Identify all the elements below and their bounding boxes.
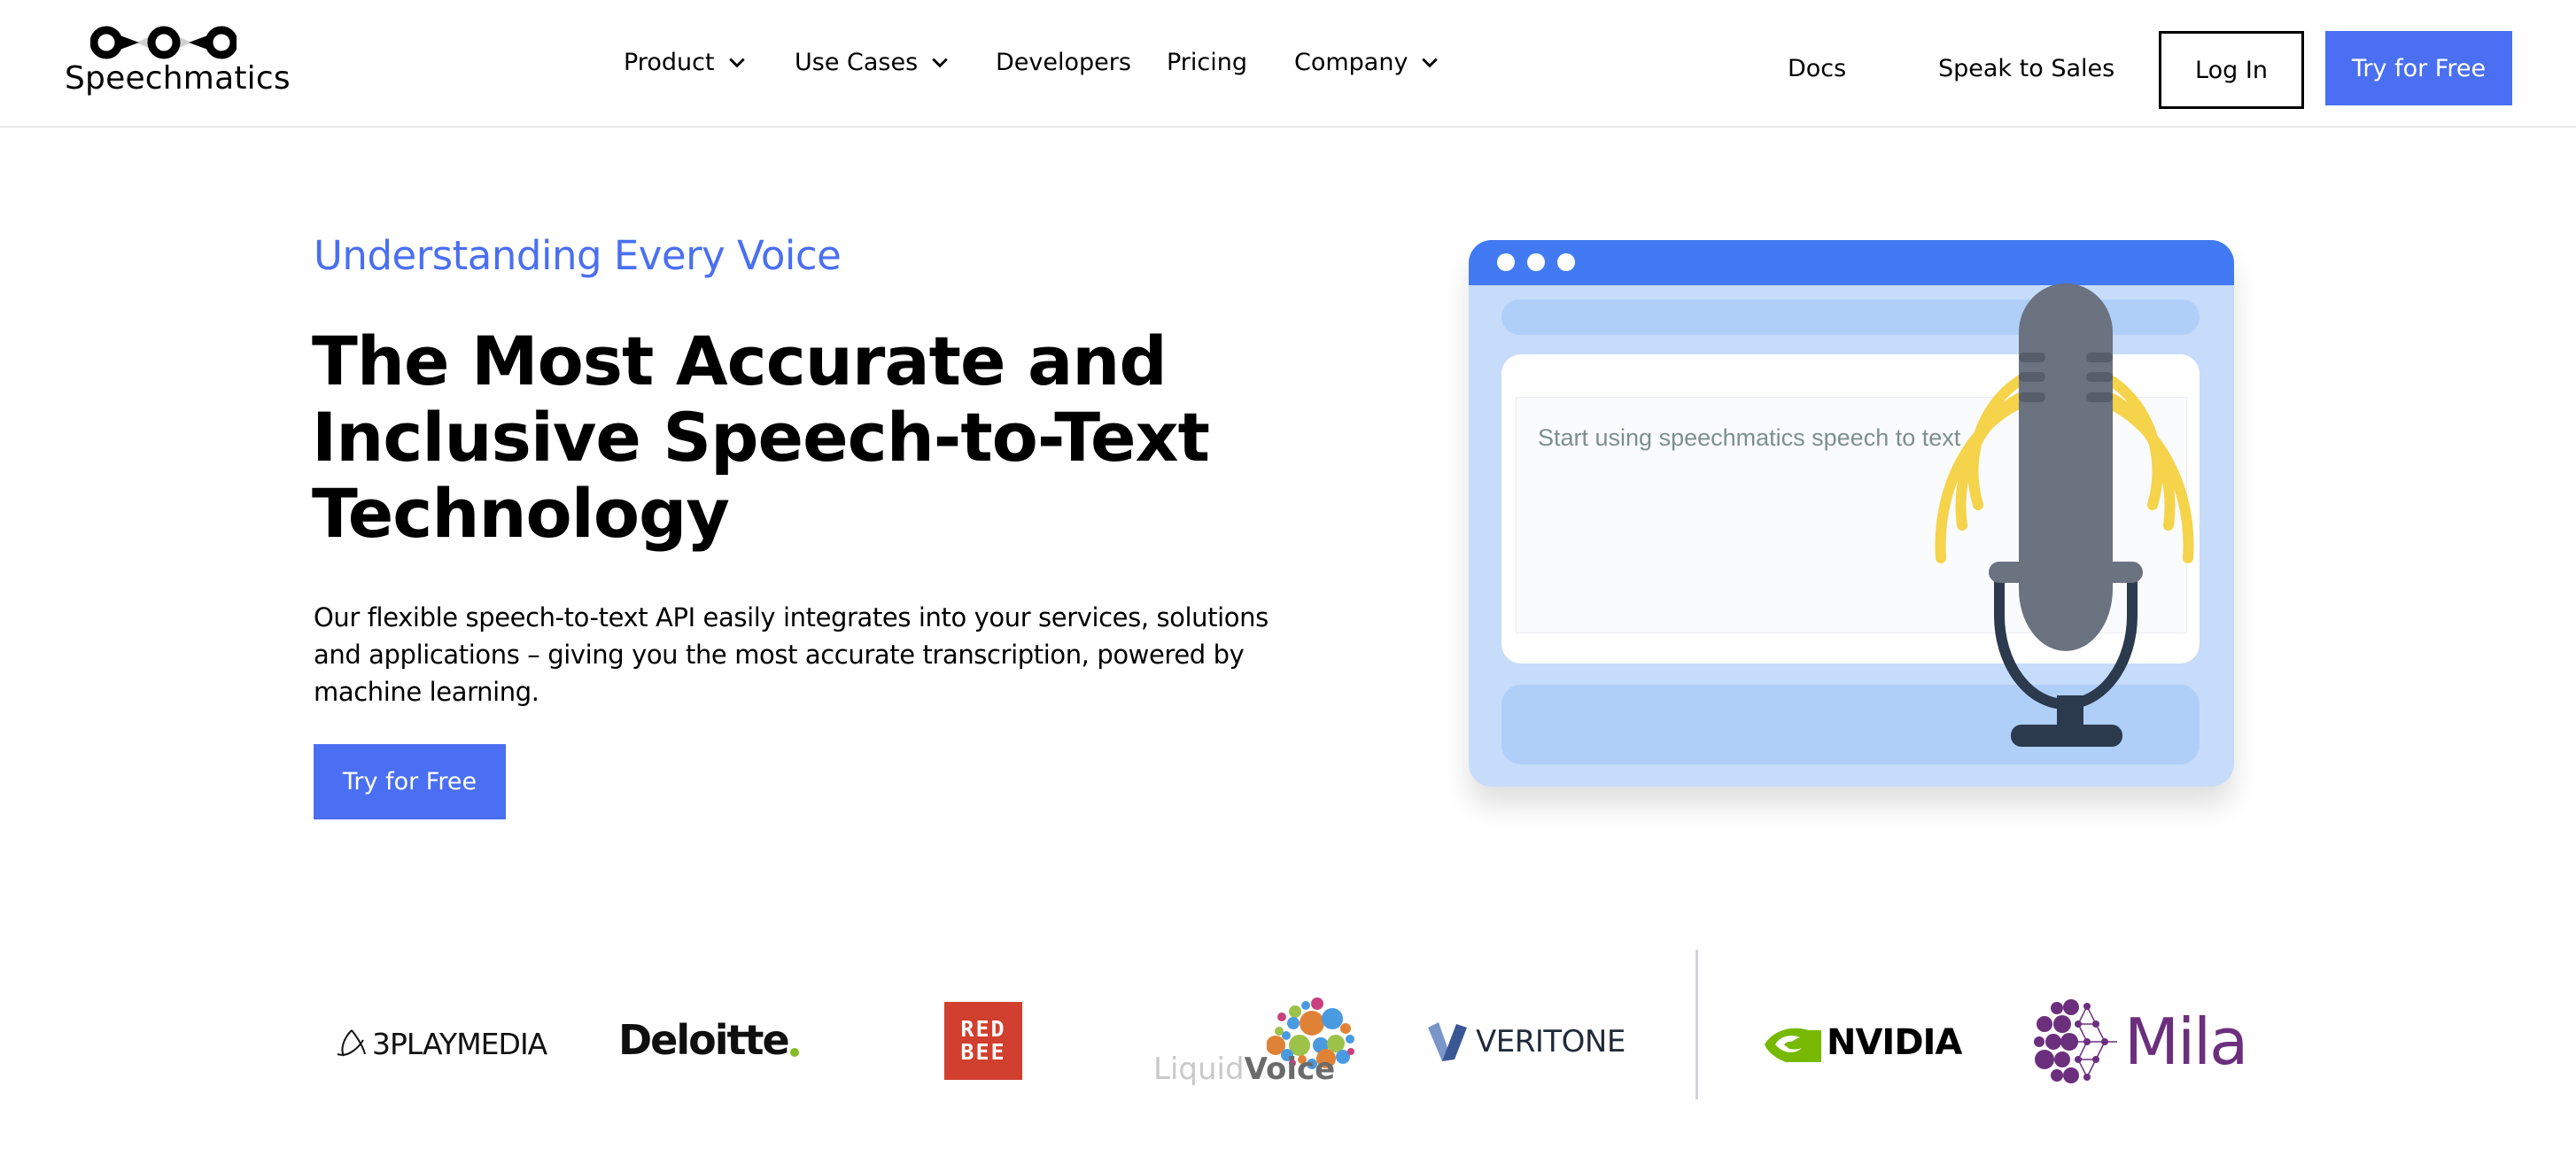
logo-veritone-text: VERITONE <box>1476 1024 1626 1059</box>
logo-nvidia: NVIDIA <box>1765 1020 1962 1065</box>
docs-link[interactable]: Docs <box>1788 51 1846 87</box>
logo-liquidvoice: LiquidVoice <box>1152 997 1360 1087</box>
logo-mila-text: Mila <box>2124 1005 2248 1079</box>
headline-line: Inclusive Speech-to-Text <box>312 398 1210 477</box>
nav-pricing-label: Pricing <box>1167 49 1248 76</box>
logo-3playmedia-text: 3PLAYMEDIA <box>372 1026 547 1061</box>
veritone-mark-icon <box>1428 1022 1467 1061</box>
logo-deloitte: Deloitte <box>618 1013 799 1067</box>
nav-developers-label: Developers <box>996 49 1131 76</box>
liquidvoice-voice: Voice <box>1244 1051 1336 1087</box>
hero-headline: The Most Accurate and Inclusive Speech-t… <box>312 323 1242 552</box>
nav-company-label: Company <box>1294 49 1408 76</box>
hero-illustration: Start using speechmatics speech to text <box>1453 226 2250 855</box>
headline-line: The Most Accurate and <box>312 322 1168 400</box>
logo-deloitte-text: Deloitte <box>618 1016 790 1064</box>
3playmedia-mark-icon <box>337 1029 366 1057</box>
nav-company[interactable]: Company <box>1294 46 1439 80</box>
nav-developers[interactable]: Developers <box>996 46 1131 80</box>
mila-network-icon <box>2034 999 2117 1083</box>
nav-use-cases-label: Use Cases <box>795 49 919 76</box>
microphone-icon <box>1935 283 2194 747</box>
speechmatics-logo-icon <box>90 26 237 59</box>
brand-name: Speechmatics <box>65 60 291 97</box>
logo-3playmedia: 3PLAYMEDIA <box>335 1019 547 1068</box>
logo-liquidvoice-text: LiquidVoice <box>1153 1051 1335 1087</box>
hero-description: Our flexible speech-to-text API easily i… <box>314 602 1269 707</box>
nav-product-label: Product <box>624 49 715 76</box>
logo-nvidia-text: NVIDIA <box>1827 1022 1962 1063</box>
nav-use-cases[interactable]: Use Cases <box>795 46 950 80</box>
logo-mila: Mila <box>2034 997 2248 1086</box>
try-for-free-hero-button[interactable]: Try for Free <box>314 744 506 819</box>
chevron-down-icon <box>728 58 745 68</box>
logos-divider <box>1695 950 1698 1099</box>
deloitte-dot-icon <box>789 1048 799 1057</box>
nav-product[interactable]: Product <box>624 46 747 80</box>
hero-eyebrow: Understanding Every Voice <box>314 232 842 279</box>
liquidvoice-liquid: Liquid <box>1153 1051 1245 1087</box>
login-button[interactable]: Log In <box>2159 31 2304 109</box>
headline-line: Technology <box>312 474 730 553</box>
logo-veritone: VERITONE <box>1428 1020 1626 1063</box>
nvidia-eye-icon <box>1765 1028 1821 1062</box>
chevron-down-icon <box>932 58 948 68</box>
logo-red-bee-text: RED BEE <box>960 1016 1006 1065</box>
site-header: Speechmatics Product Use Cases Developer… <box>0 0 2576 128</box>
nav-pricing[interactable]: Pricing <box>1167 46 1247 80</box>
speak-to-sales-link[interactable]: Speak to Sales <box>1938 51 2114 87</box>
brand-logo[interactable]: Speechmatics <box>62 19 291 108</box>
try-for-free-header-button[interactable]: Try for Free <box>2325 31 2512 105</box>
chevron-down-icon <box>1422 58 1439 68</box>
logo-red-bee: RED BEE <box>944 1002 1022 1080</box>
